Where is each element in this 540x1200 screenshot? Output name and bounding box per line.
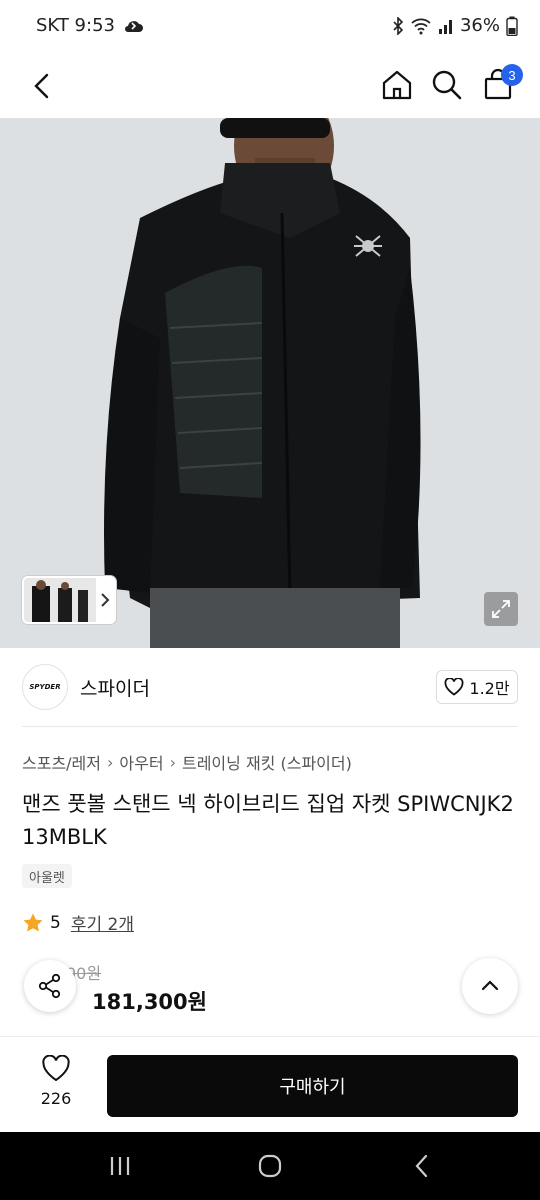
status-time: SKT 9:53	[36, 15, 115, 36]
status-bar: SKT 9:53 36%	[0, 0, 540, 56]
chevron-right-icon: ›	[169, 752, 176, 772]
cloud-icon	[124, 20, 143, 32]
battery-percent: 36%	[459, 15, 500, 36]
product-photo	[0, 118, 540, 648]
share-button[interactable]	[24, 960, 76, 1012]
home-icon	[382, 70, 412, 100]
product-image[interactable]	[0, 118, 540, 648]
recent-apps-button[interactable]	[100, 1150, 140, 1182]
chevron-left-icon	[34, 73, 49, 99]
wishlist-button[interactable]: 226	[30, 1054, 82, 1108]
bluetooth-icon	[393, 16, 404, 35]
chevron-right-icon	[101, 593, 110, 607]
search-icon	[432, 70, 462, 100]
system-back-button[interactable]	[402, 1150, 442, 1182]
chevron-up-icon	[481, 980, 499, 991]
search-button[interactable]	[426, 64, 468, 106]
chevron-right-icon: ›	[107, 752, 114, 772]
brand-logo[interactable]: SPYDER	[22, 664, 68, 710]
expand-image-button[interactable]	[484, 592, 518, 626]
sale-price: 181,300원	[92, 990, 207, 1014]
system-nav-bar	[0, 1132, 540, 1200]
wishlist-count: 226	[40, 1089, 72, 1108]
brand-like-button[interactable]: 1.2만	[436, 670, 518, 704]
recent-apps-icon	[110, 1157, 130, 1175]
home-button[interactable]	[376, 64, 418, 106]
signal-icon	[438, 19, 452, 34]
share-icon	[38, 973, 61, 999]
breadcrumb-item-training-jacket[interactable]: 트레이닝 재킷 (스파이더)	[182, 750, 352, 774]
cart-button[interactable]: 3	[477, 64, 523, 106]
scroll-top-button[interactable]	[462, 958, 518, 1014]
brand-row[interactable]: SPYDER 스파이더 1.2만	[22, 660, 518, 716]
review-link[interactable]: 후기 2개	[71, 910, 134, 935]
brand-like-count: 1.2만	[469, 679, 510, 698]
breadcrumb-item-sports[interactable]: 스포츠/레저	[22, 750, 101, 774]
wifi-icon	[411, 18, 431, 34]
divider	[22, 726, 518, 727]
back-button[interactable]	[22, 66, 62, 106]
top-nav: 3	[0, 56, 540, 118]
cart-count-badge: 3	[501, 64, 523, 86]
buy-button[interactable]: 구매하기	[107, 1055, 518, 1117]
price-row: 181,300원	[84, 986, 207, 1016]
rating-score: 5	[50, 912, 61, 933]
battery-icon	[506, 16, 518, 36]
expand-icon	[492, 600, 510, 618]
heart-icon	[444, 678, 464, 696]
bottom-action-bar: 226 구매하기	[0, 1036, 540, 1132]
thumbnail-image	[24, 578, 96, 622]
heart-icon	[42, 1054, 70, 1082]
back-arrow-icon	[415, 1154, 428, 1178]
brand-name[interactable]: 스파이더	[80, 674, 150, 701]
thumbnail-strip[interactable]	[22, 576, 116, 624]
outlet-tag: 아울렛	[22, 864, 72, 888]
star-icon	[23, 913, 43, 931]
home-circle-icon	[258, 1154, 282, 1178]
breadcrumb-item-outer[interactable]: 아우터	[119, 750, 163, 774]
product-title: 맨즈 풋볼 스탠드 넥 하이브리드 집업 자켓 SPIWCNJK213MBLK	[22, 792, 514, 849]
home-system-button[interactable]	[250, 1150, 290, 1182]
breadcrumb: 스포츠/레저 › 아우터 › 트레이닝 재킷 (스파이더)	[22, 750, 352, 774]
rating-row: 5 후기 2개	[22, 910, 134, 935]
